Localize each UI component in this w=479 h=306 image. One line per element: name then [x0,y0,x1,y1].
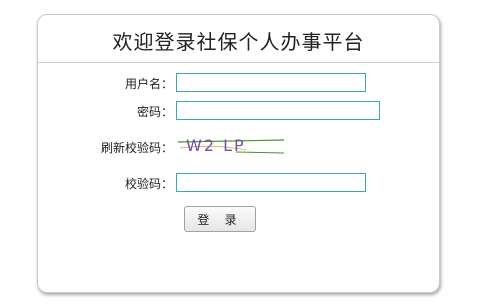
captcha-input[interactable] [176,173,366,192]
password-label: 密码： [136,105,173,119]
username-input[interactable] [176,73,366,92]
username-label: 用户名： [124,77,173,91]
refresh-captcha-label[interactable]: 刷新校验码： [100,139,173,156]
login-panel: 欢迎登录社保个人办事平台 用户名： 密码： 刷新校验码： W2 LP 校验码： … [0,0,479,306]
title-divider [38,62,439,63]
captcha-image[interactable]: W2 LP [176,134,286,158]
captcha-label: 校验码： [124,177,173,191]
password-input[interactable] [176,101,380,120]
page-title: 欢迎登录社保个人办事平台 [112,30,365,54]
captcha-text: W2 LP [186,136,246,155]
login-button[interactable]: 登 录 [184,206,256,232]
